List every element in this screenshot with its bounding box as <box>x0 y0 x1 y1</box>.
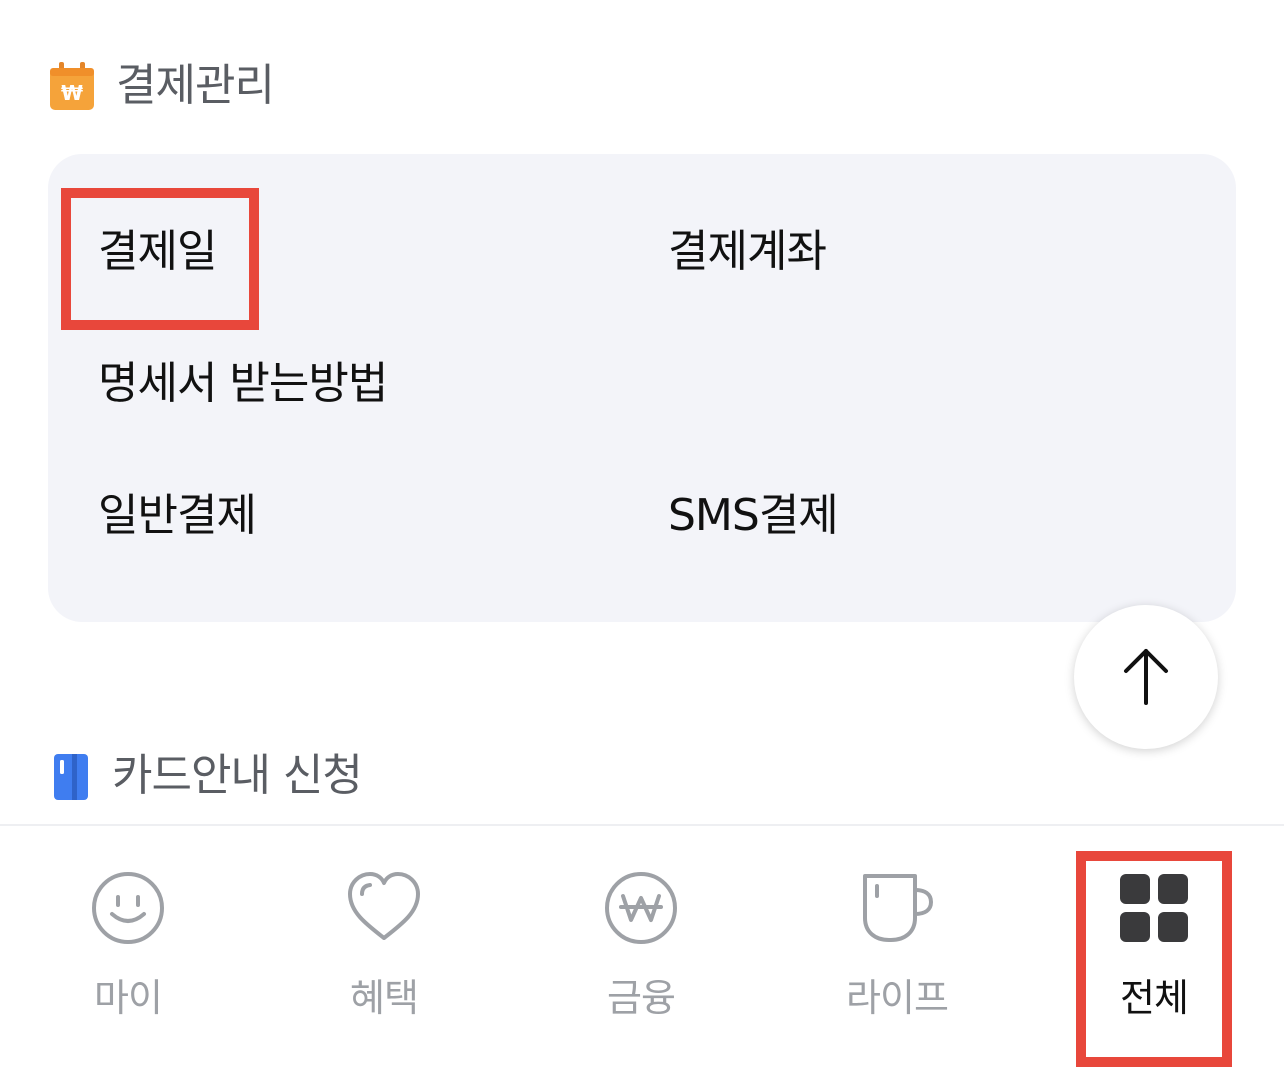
nav-item-life[interactable]: 라이프 <box>817 870 977 1022</box>
bottom-nav: 마이 혜택 금융 라이프 전체 <box>0 826 1284 1086</box>
smiley-icon <box>92 872 164 944</box>
section-title: 결제관리 <box>116 60 275 111</box>
nav-label: 마이 <box>94 976 163 1020</box>
nav-item-benefits[interactable]: 혜택 <box>304 870 464 1022</box>
svg-text:₩: ₩ <box>61 81 83 105</box>
arrow-up-icon <box>1124 649 1168 705</box>
payment-menu-screen: ₩ 결제관리 결제일 결제계좌 명세서 받는방법 일반결제 SMS결제 카드안내… <box>0 0 1284 1086</box>
nav-item-finance[interactable]: 금융 <box>561 870 721 1022</box>
nav-label: 혜택 <box>350 976 419 1020</box>
won-coin-icon <box>605 872 677 944</box>
nav-label: 라이프 <box>846 976 949 1020</box>
calendar-won-icon: ₩ <box>50 62 94 110</box>
mug-icon <box>863 874 934 942</box>
nav-item-my[interactable]: 마이 <box>48 870 208 1022</box>
card-section-header: 카드안내 신청 <box>50 748 363 804</box>
menu-item-sms-payment[interactable]: SMS결제 <box>668 488 839 544</box>
nav-label: 전체 <box>1120 976 1189 1020</box>
section-title: 카드안내 신청 <box>112 750 363 801</box>
scroll-to-top-button[interactable] <box>1074 605 1218 749</box>
nav-item-all[interactable]: 전체 <box>1074 870 1234 1022</box>
heart-icon <box>348 872 420 940</box>
menu-item-general-payment[interactable]: 일반결제 <box>98 488 257 544</box>
menu-item-statement-method[interactable]: 명세서 받는방법 <box>98 356 388 412</box>
menu-item-payment-account[interactable]: 결제계좌 <box>668 224 827 280</box>
card-icon <box>54 754 88 800</box>
menu-item-payment-date[interactable]: 결제일 <box>98 224 217 280</box>
payment-section-header: ₩ 결제관리 <box>50 58 275 114</box>
nav-label: 금융 <box>607 976 676 1020</box>
grid-icon <box>1120 874 1188 942</box>
